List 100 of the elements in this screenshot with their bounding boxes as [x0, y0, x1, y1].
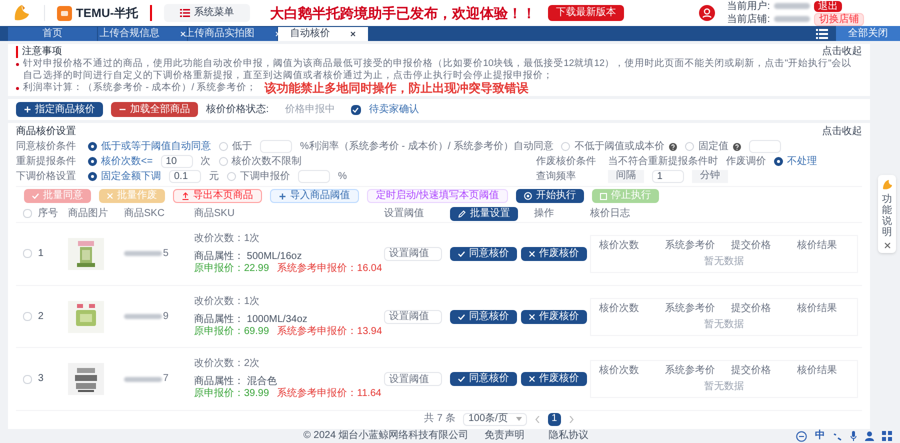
input-field[interactable]	[749, 140, 782, 153]
footer-link[interactable]: 免责声明	[476, 430, 533, 442]
option-text: 元	[209, 170, 219, 182]
collapse-link[interactable]: 点击收起	[822, 126, 862, 138]
toolbar-button[interactable]: 开始执行	[516, 189, 584, 203]
side-panel-title[interactable]: 功能说明	[882, 194, 892, 238]
close-icon[interactable]	[350, 31, 356, 37]
bullet-icon	[16, 87, 19, 90]
reference-price: 系统参考申报价：16.04	[277, 262, 382, 275]
goose-icon	[882, 179, 892, 190]
skc-text: 7	[163, 373, 169, 386]
threshold-input[interactable]: 设置阈值	[384, 372, 442, 386]
action-button[interactable]: 指定商品核价	[16, 102, 103, 117]
batch-set-button[interactable]: 批量设置	[450, 206, 518, 220]
approve-button[interactable]: 同意核价	[450, 372, 517, 386]
skc-text: 5	[163, 248, 169, 260]
setting-label: 查询频率	[536, 170, 577, 182]
product-attribute: 商品属性： 500ML/16oz	[194, 250, 303, 262]
reference-price: 系统参考申报价：11.64	[277, 388, 382, 400]
redacted-text	[774, 16, 810, 22]
input-field[interactable]: 0.1	[169, 170, 201, 183]
pencil-icon	[458, 210, 466, 218]
microphone-icon[interactable]	[850, 431, 857, 441]
empty-text: 暂无数据	[704, 318, 744, 330]
radio-label: 固定金额下调	[101, 170, 161, 182]
help-icon[interactable]	[669, 142, 678, 150]
setting-label: 同意核价条件	[16, 140, 77, 152]
original-price: 原申报价：39.99	[194, 388, 270, 400]
radio-label: 低于或等于阈值自动同意	[101, 140, 211, 152]
product-attribute: 商品属性： 混合色	[194, 376, 278, 388]
collapse-link[interactable]: 点击收起	[822, 46, 862, 58]
app-name: TEMU-半托	[76, 7, 138, 19]
menu-button[interactable]: 系统菜单	[164, 4, 250, 22]
minus-icon	[119, 106, 126, 113]
check-icon	[458, 376, 465, 382]
close-icon[interactable]	[884, 242, 890, 249]
download-button[interactable]: 下载最新版本	[548, 5, 624, 21]
void-button[interactable]: 作废核价	[521, 310, 587, 324]
toolbar-button[interactable]: 定时启动/快速填写本页阈值	[367, 189, 508, 203]
footer-link[interactable]: 隐私协议	[540, 430, 597, 442]
list-icon[interactable]	[816, 28, 828, 38]
checkbox-label: 待卖家确认	[368, 104, 419, 116]
page-button[interactable]: 1	[548, 412, 561, 426]
original-price: 原申报价：69.99	[194, 326, 270, 338]
tab[interactable]: 自动核价	[278, 27, 368, 41]
column-header: 操作	[534, 208, 554, 220]
input-field[interactable]: 10	[160, 155, 193, 168]
close-all-button[interactable]: 全部关闭	[836, 26, 900, 41]
section-title: 商品核价设置	[16, 126, 76, 138]
setting-label: 作废核价条件	[536, 156, 597, 168]
page-size-select[interactable]: 100条/页	[463, 412, 527, 426]
threshold-input[interactable]: 设置阈值	[384, 310, 442, 324]
input-field[interactable]	[260, 140, 292, 153]
tab[interactable]: 上传合规信息	[98, 27, 188, 41]
option-text: %	[338, 170, 347, 182]
log-column-header: 提交价格	[730, 302, 772, 314]
void-button[interactable]: 作废核价	[521, 372, 587, 386]
radio-button[interactable]	[88, 157, 97, 166]
radio-label: 不处理	[787, 156, 817, 168]
price-change-count: 改价次数：1次	[194, 296, 261, 308]
approve-button[interactable]: 同意核价	[450, 310, 517, 324]
setting-label: 重新提报条件	[16, 156, 77, 168]
logout-button[interactable]: 退出	[814, 0, 842, 12]
input-addon: 间隔	[608, 170, 644, 183]
row-number: 1	[38, 248, 44, 260]
radio-label: 不低于阈值或成本价	[574, 140, 664, 152]
approve-button[interactable]: 同意核价	[450, 246, 517, 261]
notice-text: 利润率计算：（系统参考价 - 成本价）/ 系统参考价；	[23, 82, 257, 94]
empty-text: 暂无数据	[704, 381, 744, 394]
tab[interactable]: 首页	[8, 27, 98, 41]
checkbox[interactable]	[22, 374, 32, 384]
input-field[interactable]	[298, 170, 330, 183]
help-icon[interactable]	[733, 142, 742, 150]
threshold-input[interactable]: 设置阈值	[384, 246, 442, 261]
checkbox[interactable]	[22, 209, 32, 218]
toolbar-button[interactable]: 导出本页商品	[173, 189, 262, 203]
option-text: 作废调价	[726, 156, 766, 168]
checkbox[interactable]	[22, 249, 32, 258]
radio-button[interactable]	[88, 172, 97, 181]
radio-button[interactable]	[88, 142, 97, 151]
input-field[interactable]: 1	[652, 170, 684, 183]
radio-label: 低于	[232, 140, 252, 152]
action-button[interactable]: 加载全部商品	[111, 102, 198, 117]
log-column-header: 核价次数	[598, 365, 640, 378]
user-icon[interactable]	[865, 431, 874, 441]
total-count: 共 7 条	[424, 413, 456, 425]
grid-icon[interactable]	[882, 431, 892, 441]
stop-icon	[600, 192, 607, 200]
target-icon	[524, 192, 532, 200]
original-price: 原申报价：22.99	[194, 262, 270, 275]
radio-button[interactable]	[774, 157, 783, 166]
checkbox[interactable]	[22, 312, 32, 321]
column-header: 设置阈值	[384, 208, 424, 220]
row-number: 2	[38, 310, 44, 322]
log-column-header: 核价次数	[598, 240, 640, 252]
void-button[interactable]: 作废核价	[521, 246, 587, 261]
checkbox[interactable]	[350, 104, 361, 114]
toolbar-button[interactable]: 导入商品阈值	[270, 189, 359, 203]
ime-mode-indicator[interactable]: 中	[815, 430, 825, 442]
log-column-header: 提交价格	[730, 365, 772, 378]
